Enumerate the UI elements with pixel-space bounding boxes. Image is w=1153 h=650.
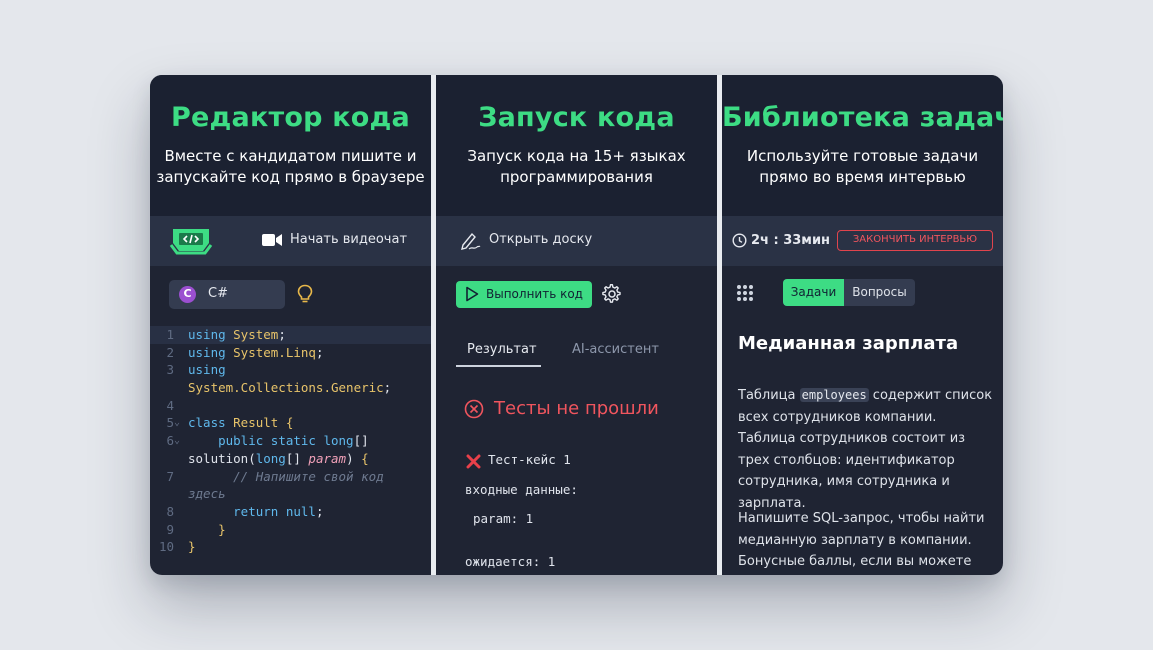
line-number: 6	[166, 433, 174, 449]
code-line[interactable]: 8 return null;	[150, 503, 431, 521]
param-value: param: 1	[473, 511, 534, 526]
input-data-label: входные данные:	[465, 482, 578, 497]
lightbulb-icon[interactable]	[297, 284, 313, 304]
gear-icon[interactable]	[602, 284, 622, 304]
code-line[interactable]: 1 using System;	[150, 326, 431, 344]
runner-subtitle: Запуск кода на 15+ языках программирован…	[467, 147, 686, 186]
code-text: }	[188, 539, 196, 555]
csharp-icon: C	[179, 286, 196, 303]
code-text: using System;	[188, 327, 294, 342]
tab-ai-assistant[interactable]: AI-ассистент	[572, 342, 659, 357]
code-text: здесь	[188, 486, 226, 502]
tab-questions[interactable]: Вопросы	[844, 279, 915, 306]
tab-tasks[interactable]: Задачи	[783, 279, 844, 306]
runner-title: Запуск кода	[478, 102, 675, 133]
problem-task: Напишите SQL-запрос, чтобы найти медианн…	[738, 511, 985, 570]
editor-subtitle: Вместе с кандидатом пишите и запускайте …	[156, 147, 425, 186]
cross-mark-icon	[466, 454, 481, 469]
code-logo-icon	[169, 229, 213, 255]
library-header: Библиотека задач Используйте готовые зад…	[722, 75, 1003, 216]
problem-description: Таблица employees содержит список всех с…	[738, 388, 993, 511]
tab-result[interactable]: Результат	[467, 342, 537, 357]
start-video-chat-button[interactable]: Начать видеочат	[290, 232, 407, 247]
line-number: 10	[158, 539, 174, 555]
code-text: // Напишите свой код	[233, 468, 384, 484]
editor-header: Редактор кода Вместе с кандидатом пишите…	[150, 75, 431, 216]
code-line[interactable]: здесь	[150, 485, 431, 503]
pen-icon[interactable]	[460, 231, 482, 251]
code-line[interactable]: 3 using	[150, 361, 431, 379]
expected-value: ожидается: 1	[465, 554, 556, 569]
language-select[interactable]: C C#	[169, 280, 285, 309]
problem-title: Медианная зарплата	[738, 333, 959, 354]
code-line[interactable]: 10}	[150, 538, 431, 556]
library-subtitle: Используйте готовые задачи прямо во врем…	[746, 147, 979, 186]
table-name-code: employees	[799, 388, 869, 402]
code-text: solution(long[] param) {	[188, 450, 369, 466]
code-text: return null;	[233, 503, 324, 519]
editor-panel: Редактор кода Вместе с кандидатом пишите…	[150, 75, 431, 575]
code-text: using	[188, 362, 226, 378]
line-number: 1	[166, 327, 174, 342]
feature-showcase: Редактор кода Вместе с кандидатом пишите…	[150, 75, 1003, 575]
interview-timer: 2ч : 33мин	[751, 233, 831, 248]
grid-menu-icon[interactable]	[736, 284, 754, 302]
code-text: System.Collections.Generic;	[188, 380, 392, 396]
library-segmented-control: Задачи Вопросы	[783, 279, 915, 306]
test-case-label: Тест-кейс 1	[488, 452, 571, 467]
line-number: 2	[166, 344, 174, 360]
line-number: 8	[166, 503, 174, 519]
code-editor[interactable]: 1 using System; 2 using System.Linq; 3 using…	[150, 326, 431, 556]
code-line[interactable]: 9 }	[150, 521, 431, 539]
code-line[interactable]: 6 ⌄ public static long[]	[150, 432, 431, 450]
line-number: 7	[166, 468, 174, 484]
runner-panel: Запуск кода Запуск кода на 15+ языках пр…	[436, 75, 717, 575]
open-whiteboard-button[interactable]: Открыть доску	[489, 232, 592, 247]
end-interview-button[interactable]: ЗАКОНЧИТЬ ИНТЕРВЬЮ	[837, 230, 993, 251]
fold-chevron-icon[interactable]: ⌄	[174, 432, 180, 450]
code-text: class Result {	[188, 415, 294, 431]
code-line[interactable]: 4	[150, 397, 431, 415]
code-line[interactable]: System.Collections.Generic;	[150, 379, 431, 397]
code-line[interactable]: 7 // Напишите свой код	[150, 468, 431, 486]
end-interview-label: ЗАКОНЧИТЬ ИНТЕРВЬЮ	[852, 234, 978, 245]
tests-failed-text: Тесты не прошли	[494, 398, 659, 419]
fold-chevron-icon[interactable]: ⌄	[174, 414, 180, 432]
line-number: 5	[166, 415, 174, 431]
editor-title: Редактор кода	[171, 102, 410, 133]
run-code-label: Выполнить код	[486, 287, 583, 301]
code-line[interactable]: 5 ⌄ class Result {	[150, 414, 431, 432]
library-title: Библиотека задач	[722, 102, 1003, 133]
code-line[interactable]: solution(long[] param) {	[150, 450, 431, 468]
fail-circle-icon	[464, 399, 484, 419]
line-number: 4	[166, 397, 174, 413]
play-icon	[466, 286, 479, 302]
code-text: }	[218, 521, 226, 537]
video-camera-icon[interactable]	[262, 233, 282, 247]
line-number: 3	[166, 362, 174, 378]
code-text: public static long[]	[218, 433, 369, 449]
runner-header: Запуск кода Запуск кода на 15+ языках пр…	[436, 75, 717, 216]
language-value: C#	[208, 286, 228, 301]
code-text: using System.Linq;	[188, 344, 324, 360]
clock-icon	[732, 233, 747, 248]
line-number: 9	[166, 521, 174, 537]
run-code-button[interactable]: Выполнить код	[456, 281, 592, 308]
code-line[interactable]: 2 using System.Linq;	[150, 344, 431, 362]
active-tab-indicator	[456, 365, 541, 367]
library-panel: Библиотека задач Используйте готовые зад…	[722, 75, 1003, 575]
